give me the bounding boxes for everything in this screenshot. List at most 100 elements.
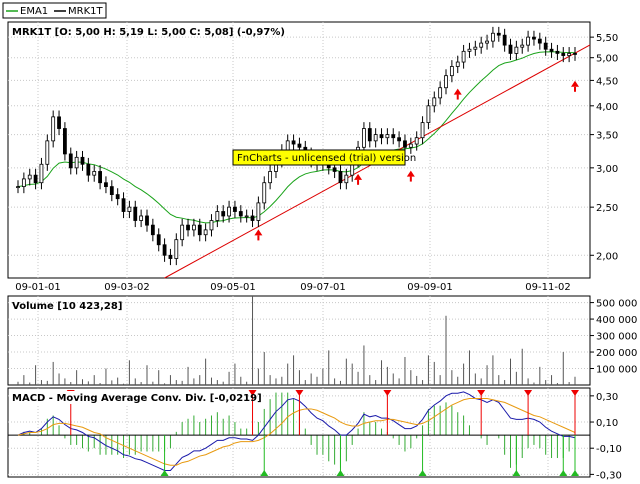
candle-body (291, 140, 296, 145)
candle-body (174, 239, 179, 259)
fncharts-window: 2,00 2,50 3,00 3,50 4,00 4,50 5,00 5,50 09-01-01… (0, 0, 640, 481)
x-tick-label: 09-07-01 (300, 282, 345, 293)
macd-y-tick-label: -0,10 (596, 444, 622, 455)
macd-y-tick-label: 0,10 (596, 418, 618, 429)
candle-body (115, 194, 120, 200)
candle-body (426, 105, 431, 124)
buy-signal-arrow-stem (574, 86, 576, 92)
volume-y-tick-label: 100 000 (596, 365, 637, 376)
price-y-tick-label: 4,00 (596, 102, 618, 113)
price-y-tick-label: 2,00 (596, 251, 618, 262)
candle-body (256, 202, 261, 221)
candle-body (379, 134, 384, 139)
candle-body (186, 224, 190, 231)
candle-body (215, 211, 220, 221)
candle-body (385, 134, 390, 139)
candle-body (344, 174, 349, 184)
price-y-tick-label: 3,00 (596, 164, 618, 175)
candle-body (233, 206, 237, 212)
candle-body (514, 46, 519, 54)
price-y-tick-label: 3,50 (596, 131, 618, 142)
candle-body (432, 97, 437, 107)
candle-body (414, 137, 419, 145)
candle-body (33, 174, 38, 184)
candle-body (491, 32, 495, 42)
candle-body (549, 48, 554, 52)
candle-body (373, 134, 378, 142)
price-y-tick-label: 4,50 (596, 76, 618, 87)
macd-y-tick-label: 0,30 (596, 392, 618, 403)
candle-body (121, 198, 126, 212)
candle-body (203, 229, 208, 236)
candle-body (444, 75, 448, 89)
candle-body (63, 128, 67, 155)
candle-body (150, 224, 155, 236)
candle-body (21, 178, 26, 188)
buy-signal-arrow-stem (456, 94, 459, 100)
candle-body (127, 206, 132, 212)
candle-body (526, 36, 530, 46)
candle-body (104, 182, 108, 188)
watermark-text: FnCharts - unlicensed (trial) version (237, 153, 416, 164)
legend-ema-label: EMA1 (20, 6, 48, 17)
candle-body (109, 186, 114, 195)
candle-body (332, 167, 337, 172)
candle-body (449, 66, 454, 77)
price-y-tick-label: 2,50 (596, 203, 618, 214)
chart-canvas: 2,00 2,50 3,00 3,50 4,00 4,50 5,00 5,50 09-01-01… (2, 2, 637, 481)
candle-body (162, 244, 167, 256)
candle-body (461, 50, 466, 63)
candle-body (238, 211, 243, 217)
buy-signal-arrow-stem (409, 176, 412, 182)
candle-body (27, 174, 32, 180)
candle-body (567, 53, 572, 56)
candle-body (403, 140, 407, 148)
candle-body (485, 40, 489, 44)
x-tick-label: 09-03-02 (104, 282, 149, 293)
candle-body (467, 48, 472, 52)
candle-body (573, 53, 577, 55)
candle-body (51, 116, 56, 142)
legend-price-label: MRK1T (68, 6, 103, 17)
macd-y-tick-label: -0,30 (596, 470, 622, 480)
x-tick-label: 09-11-02 (525, 282, 570, 293)
volume-y-tick-label: 200 000 (596, 348, 637, 359)
buy-signal-arrow-stem (357, 179, 360, 185)
candle-body (391, 134, 396, 139)
candle-body (168, 254, 173, 259)
candle-body (244, 215, 249, 218)
candle-body (496, 32, 501, 36)
candle-body (520, 44, 525, 48)
candle-body (227, 206, 231, 217)
candle-body (420, 122, 425, 139)
candle-body (479, 42, 484, 48)
candle-body (74, 156, 79, 169)
candle-body (397, 137, 402, 142)
candle-body (39, 163, 44, 184)
candle-body (191, 224, 196, 231)
volume-y-tick-label: 500 000 (596, 299, 637, 310)
volume-y-tick-label: 300 000 (596, 332, 637, 343)
buy-signal-arrow-stem (257, 235, 260, 241)
candle-body (438, 87, 443, 99)
candle-body (57, 116, 61, 129)
volume-panel-title: Volume [10 423,28] (12, 301, 122, 312)
candle-body (209, 220, 214, 231)
candle-body (508, 44, 513, 54)
candle-body (139, 215, 144, 221)
candle-body (561, 53, 566, 56)
candle-body (68, 153, 73, 169)
candle-body (537, 38, 542, 44)
candle-body (455, 61, 460, 67)
candle-body (180, 224, 185, 241)
candle-body (133, 206, 138, 221)
candle-body (268, 171, 273, 184)
candle-body (367, 128, 372, 142)
candle-body (16, 186, 20, 189)
x-tick-label: 09-05-01 (210, 282, 255, 293)
candle-body (262, 182, 267, 204)
candle-body (362, 128, 366, 148)
candle-body (543, 42, 548, 50)
volume-y-tick-label: 400 000 (596, 315, 637, 326)
candle-body (250, 215, 255, 221)
